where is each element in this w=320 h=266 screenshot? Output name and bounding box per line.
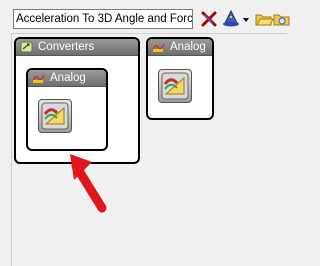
analog-block-title: Analog [170, 41, 206, 53]
analog-block-nested-title: Analog [50, 72, 86, 84]
folder-search-icon[interactable] [273, 9, 293, 29]
analog-icon [32, 72, 45, 84]
acceleration-3d-angle-force-icon[interactable] [38, 99, 72, 133]
converters-block-header[interactable]: Converters [16, 39, 138, 56]
analog-block-nested-header[interactable]: Analog [28, 70, 106, 87]
converters-block-title: Converters [38, 41, 95, 53]
red-arrow-annotation [62, 146, 122, 221]
dropdown-arrow-icon[interactable] [241, 9, 251, 29]
analog-block-header[interactable]: Analog [148, 39, 212, 56]
wizard-hat-icon[interactable] [222, 9, 242, 29]
search-input[interactable]: Acceleration To 3D Angle and Force [13, 9, 193, 29]
analog-icon [152, 41, 165, 53]
clear-x-icon[interactable] [199, 9, 219, 29]
open-folder-icon[interactable] [254, 9, 274, 29]
converters-icon [20, 41, 33, 53]
toolbar: Acceleration To 3D Angle and Force [0, 0, 290, 32]
analog-item-icon[interactable] [158, 69, 192, 103]
